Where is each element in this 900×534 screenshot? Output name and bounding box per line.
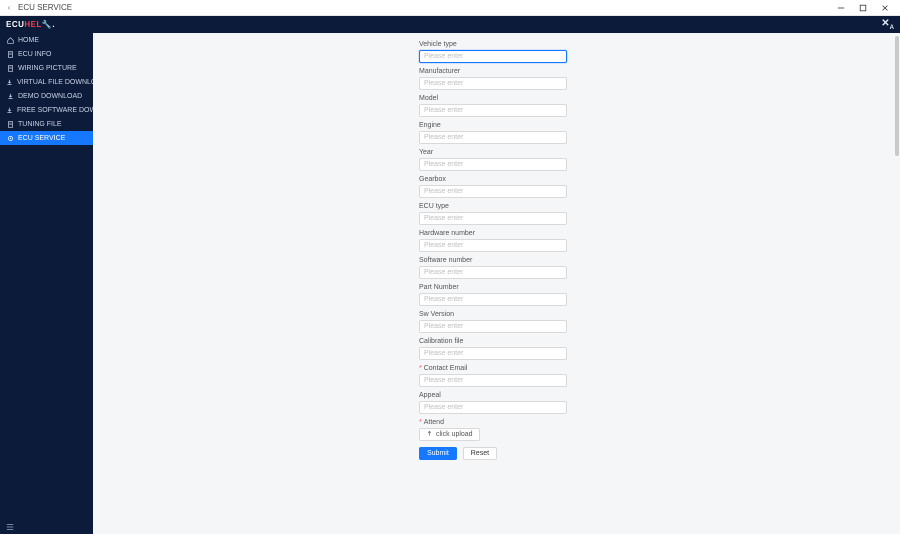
field-calibration-file: Calibration file [419,338,886,360]
sidebar-item-ecu-info[interactable]: ECU INFO [0,47,93,61]
sidebar-item-virtual-file-download[interactable]: VIRTUAL FILE DOWNLOAD [0,75,93,89]
upload-button[interactable]: click upload [419,428,480,441]
window-title: ECU SERVICE [18,3,72,12]
form-actions: Submit Reset [419,447,886,460]
field-model: Model [419,95,886,117]
file-icon [6,50,14,58]
field-vehicle-type: Vehicle type [419,41,886,63]
file-icon [6,120,14,128]
field-label: Sw Version [419,311,886,318]
sidebar-item-home[interactable]: HOME [0,33,93,47]
engine-input[interactable] [419,131,567,144]
ecu-type-input[interactable] [419,212,567,225]
field-manufacturer: Manufacturer [419,68,886,90]
field-attend: *Attend click upload [419,419,886,441]
app-header: ECUHEL🔧. ✕A [0,16,900,33]
sidebar-item-label: WIRING PICTURE [18,65,77,72]
field-gearbox: Gearbox [419,176,886,198]
field-label: Manufacturer [419,68,886,75]
window-titlebar: ‹ ECU SERVICE [0,0,900,16]
sidebar-item-ecu-service[interactable]: ECU SERVICE [0,131,93,145]
field-label: Software number [419,257,886,264]
field-year: Year [419,149,886,171]
download-icon [6,92,14,100]
download-icon [6,78,13,86]
sidebar-collapse-button[interactable] [0,520,93,534]
sidebar-item-label: DEMO DOWNLOAD [18,93,82,100]
home-icon [6,36,14,44]
sidebar: HOME ECU INFO WIRING PICTURE VIRTUAL FILE D… [0,33,93,534]
field-label: Model [419,95,886,102]
sidebar-item-label: FREE SOFTWARE DOWNLO... [17,107,93,114]
contact-email-input[interactable] [419,374,567,387]
nav-list: HOME ECU INFO WIRING PICTURE VIRTUAL FILE D… [0,33,93,145]
sidebar-item-label: VIRTUAL FILE DOWNLOAD [17,79,93,86]
vehicle-type-input[interactable] [419,50,567,63]
field-engine: Engine [419,122,886,144]
service-icon [6,134,14,142]
year-input[interactable] [419,158,567,171]
hardware-number-input[interactable] [419,239,567,252]
close-button[interactable] [874,1,896,15]
field-part-number: Part Number [419,284,886,306]
field-label: Vehicle type [419,41,886,48]
back-button[interactable]: ‹ [4,3,14,12]
manufacturer-input[interactable] [419,77,567,90]
field-label: Engine [419,122,886,129]
field-sw-version: Sw Version [419,311,886,333]
software-number-input[interactable] [419,266,567,279]
scroll-thumb[interactable] [895,36,899,156]
part-number-input[interactable] [419,293,567,306]
sidebar-item-tuning-file[interactable]: TUNING FILE [0,117,93,131]
submit-button[interactable]: Submit [419,447,457,460]
brand-logo: ECUHEL🔧. [6,20,55,29]
maximize-button[interactable] [852,1,874,15]
field-ecu-type: ECU type [419,203,886,225]
calibration-file-input[interactable] [419,347,567,360]
language-switch-icon[interactable]: ✕A [881,18,894,31]
scrollbar[interactable] [895,36,899,531]
sidebar-item-demo-download[interactable]: DEMO DOWNLOAD [0,89,93,103]
field-label: Gearbox [419,176,886,183]
minimize-button[interactable] [830,1,852,15]
sidebar-item-wiring-picture[interactable]: WIRING PICTURE [0,61,93,75]
appeal-input[interactable] [419,401,567,414]
field-appeal: Appeal [419,392,886,414]
field-hardware-number: Hardware number [419,230,886,252]
file-icon [6,64,14,72]
sidebar-item-label: HOME [18,37,39,44]
main-content: Vehicle type Manufacturer Model Engine Year G… [93,33,900,534]
field-label: Part Number [419,284,886,291]
sw-version-input[interactable] [419,320,567,333]
sidebar-item-label: ECU INFO [18,51,51,58]
sidebar-item-label: TUNING FILE [18,121,62,128]
download-icon [6,106,13,114]
sidebar-item-label: ECU SERVICE [18,135,65,142]
sidebar-item-free-software-downlo[interactable]: FREE SOFTWARE DOWNLO... [0,103,93,117]
field-label: *Contact Email [419,365,886,372]
field-label: *Attend [419,419,886,426]
gearbox-input[interactable] [419,185,567,198]
upload-label: click upload [436,431,473,438]
field-software-number: Software number [419,257,886,279]
field-label: Year [419,149,886,156]
upload-icon [426,430,433,439]
field-label: Appeal [419,392,886,399]
field-contact-email: *Contact Email [419,365,886,387]
field-label: Calibration file [419,338,886,345]
reset-button[interactable]: Reset [463,447,497,460]
field-label: Hardware number [419,230,886,237]
ecu-service-form: Vehicle type Manufacturer Model Engine Year G… [419,41,886,524]
field-label: ECU type [419,203,886,210]
model-input[interactable] [419,104,567,117]
